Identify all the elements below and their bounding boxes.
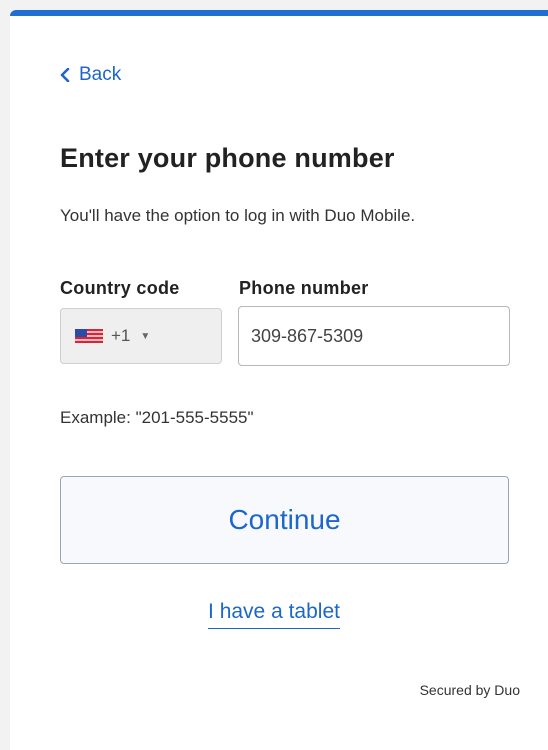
page-title: Enter your phone number bbox=[60, 143, 395, 173]
continue-button[interactable]: Continue bbox=[60, 476, 509, 564]
back-label[interactable]: Back bbox=[79, 64, 121, 86]
chevron-left-icon bbox=[60, 68, 70, 82]
us-flag-icon bbox=[75, 329, 103, 343]
phone-number-label: Phone number bbox=[239, 278, 369, 298]
tablet-link-row: I have a tablet bbox=[10, 600, 548, 629]
tablet-link[interactable]: I have a tablet bbox=[208, 600, 340, 629]
phone-number-input[interactable] bbox=[238, 306, 510, 366]
country-code-select[interactable]: +1 ▼ bbox=[60, 308, 222, 364]
auth-card: Back Enter your phone number You'll have… bbox=[10, 10, 548, 750]
caret-down-icon: ▼ bbox=[140, 330, 151, 342]
phone-example-text: Example: "201-555-5555" bbox=[60, 408, 254, 427]
back-link[interactable]: Back bbox=[60, 64, 121, 86]
country-code-label: Country code bbox=[60, 278, 180, 298]
page-subtitle: You'll have the option to log in with Du… bbox=[60, 206, 416, 225]
secured-by-footer: Secured by Duo bbox=[419, 682, 520, 698]
country-code-value: +1 bbox=[111, 326, 131, 345]
